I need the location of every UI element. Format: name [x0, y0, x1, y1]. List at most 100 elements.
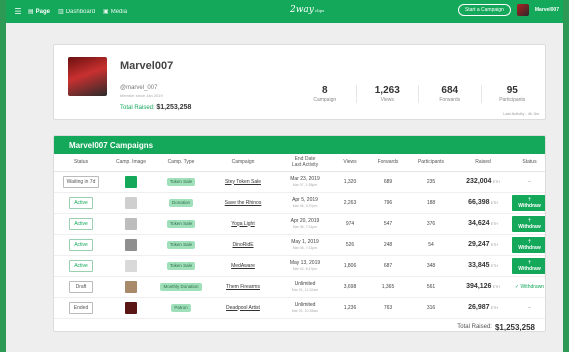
header-end-date[interactable]: End Date Last Activity — [278, 154, 332, 172]
table-row[interactable]: Active Token Sale DinoRidE May 1, 2019 Ma… — [54, 234, 545, 256]
campaign-thumbnail[interactable] — [125, 196, 137, 209]
header-raised[interactable]: Raised — [454, 154, 512, 172]
bar-chart-icon: ▥ — [58, 9, 64, 15]
type-cell: Token Sale — [154, 171, 208, 193]
participants-cell: 316 — [408, 297, 454, 319]
username[interactable]: Marvel007 — [535, 7, 559, 13]
forwards-cell: 763 — [368, 297, 408, 319]
date-cell: May 1, 2019 Mar 06, 7:31pm — [278, 234, 332, 256]
views-cell: 974 — [332, 213, 368, 235]
table-row[interactable]: Ended Patron Deadpool Artist Unlimited Ma… — [54, 297, 545, 319]
status-badge[interactable]: Active — [69, 217, 93, 230]
views-cell: 2,263 — [332, 192, 368, 214]
status-badge[interactable]: Active — [69, 238, 93, 251]
campaign-link[interactable]: Yoga Light — [231, 221, 254, 227]
type-cell: Token Sale — [154, 255, 208, 277]
user-avatar[interactable] — [516, 4, 529, 16]
withdraw-button[interactable]: ⇡ Withdraw — [512, 215, 545, 232]
image-cell — [108, 234, 154, 256]
date-cell: Unlimited Mar 01, 11:32am — [278, 276, 332, 298]
image-cell — [108, 255, 154, 277]
status-badge[interactable]: Draft — [69, 280, 93, 293]
campaign-type-badge: Token Sale — [166, 240, 196, 249]
last-activity: Mar 01, 10:28am — [291, 308, 319, 313]
forwards-cell: 1,365 — [368, 276, 408, 298]
campaign-thumbnail[interactable] — [125, 301, 137, 314]
campaign-thumbnail[interactable] — [125, 238, 137, 251]
status-badge[interactable]: Ended — [69, 301, 93, 314]
status-badge[interactable]: Active — [69, 259, 93, 272]
hamburger-menu-icon[interactable]: ☰ — [12, 7, 24, 16]
logo-text: 2way — [290, 5, 314, 15]
nav-item-media[interactable]: ▣ Media — [103, 8, 127, 16]
header-action-status[interactable]: Status — [512, 154, 545, 172]
table-row[interactable]: Active Donation Save the Rhinos Apr 5, 2… — [54, 192, 545, 214]
total-raised-value: $1,253,258 — [156, 104, 192, 111]
date-cell: Mar 23, 2019 Mar 07, 1:38pm — [278, 171, 332, 193]
campaign-link[interactable]: Save the Rhinos — [225, 200, 262, 206]
start-campaign-button[interactable]: Start a Campaign — [457, 4, 511, 16]
campaign-link[interactable]: MedAware — [231, 263, 255, 269]
campaign-type-badge: Token Sale — [166, 261, 196, 270]
campaign-link[interactable]: DinoRidE — [232, 242, 253, 248]
last-activity: Mar 01, 11:32am — [291, 287, 319, 292]
raised-unit: ETH — [490, 305, 498, 310]
campaign-thumbnail[interactable] — [125, 175, 137, 188]
withdraw-button[interactable]: ⇡ Withdraw — [512, 236, 545, 253]
type-cell: Patron — [154, 297, 208, 319]
views-cell: 3,698 — [332, 276, 368, 298]
total-raised-label: Total Raised: — [457, 324, 492, 330]
campaigns-title: Marvel007 Campaigns — [54, 136, 545, 154]
header-views[interactable]: Views — [332, 154, 368, 172]
raised-value: 66,398 — [468, 198, 490, 206]
top-nav: ▤ Page ▥ Dashboard ▣ Media — [28, 8, 127, 16]
header-forwards[interactable]: Forwards — [368, 154, 408, 172]
profile-avatar — [68, 57, 107, 96]
views-cell: 1,320 — [332, 171, 368, 193]
withdraw-button[interactable]: ⇡ Withdraw — [512, 257, 545, 274]
campaign-thumbnail[interactable] — [125, 280, 137, 293]
table-row[interactable]: Active Token Sale Yoga Light Apr 20, 201… — [54, 213, 545, 235]
topbar-right: Start a Campaign Marvel007 — [457, 4, 559, 16]
table-row[interactable]: Active Token Sale MedAware May 13, 2019 M… — [54, 255, 545, 277]
campaign-cell: Deadpool Artist — [208, 297, 278, 319]
nav-item-dashboard[interactable]: ▥ Dashboard — [58, 8, 95, 16]
header-status[interactable]: Status — [54, 154, 108, 172]
header-participants[interactable]: Participants — [408, 154, 454, 172]
forwards-cell: 547 — [368, 213, 408, 235]
status-cell: Active — [54, 255, 108, 277]
type-cell: Token Sale — [154, 234, 208, 256]
raised-cell: 33,845 ETH — [454, 255, 512, 277]
top-navigation-bar: ☰ ▤ Page ▥ Dashboard ▣ Media 2wayclips S… — [6, 0, 563, 23]
header-campaign[interactable]: Campaign — [208, 154, 278, 172]
header-camp-type[interactable]: Camp. Type — [154, 154, 208, 172]
image-cell — [108, 297, 154, 319]
app-logo[interactable]: 2wayclips — [290, 5, 324, 15]
participants-cell: 348 — [408, 255, 454, 277]
campaigns-table: Status Camp. Image Camp. Type Campaign E… — [54, 154, 545, 319]
stat-label: Campaign — [313, 97, 337, 103]
participants-cell: 561 — [408, 276, 454, 298]
profile-handle: @marvel_007 — [120, 85, 158, 91]
views-cell: 1,806 — [332, 255, 368, 277]
withdraw-button[interactable]: ⇡ Withdraw — [512, 194, 545, 211]
table-row[interactable]: Draft Monthly Donation Them Firearms Unl… — [54, 276, 545, 298]
status-badge[interactable]: Active — [69, 196, 93, 209]
campaign-type-badge: Token Sale — [166, 219, 196, 228]
participants-cell: 54 — [408, 234, 454, 256]
action-cell: – — [512, 297, 545, 319]
raised-unit: ETH — [492, 179, 500, 184]
campaign-link[interactable]: Them Firearms — [226, 284, 260, 290]
campaign-thumbnail[interactable] — [125, 259, 137, 272]
campaign-cell: Save the Rhinos — [208, 192, 278, 214]
campaign-link[interactable]: Stey Token Sale — [225, 179, 261, 185]
campaign-link[interactable]: Deadpool Artist — [226, 305, 260, 311]
status-badge[interactable]: Waiting in 7d — [62, 175, 100, 188]
member-since: Member since Jan 2019 — [120, 93, 163, 98]
nav-item-page[interactable]: ▤ Page — [28, 8, 50, 16]
table-row[interactable]: Waiting in 7d Token Sale Stey Token Sale… — [54, 171, 545, 193]
action-cell: ⇡ Withdraw — [512, 234, 545, 256]
action-cell: ✓ Withdrawn — [512, 276, 545, 298]
campaign-thumbnail[interactable] — [125, 217, 137, 230]
header-camp-image[interactable]: Camp. Image — [108, 154, 154, 172]
